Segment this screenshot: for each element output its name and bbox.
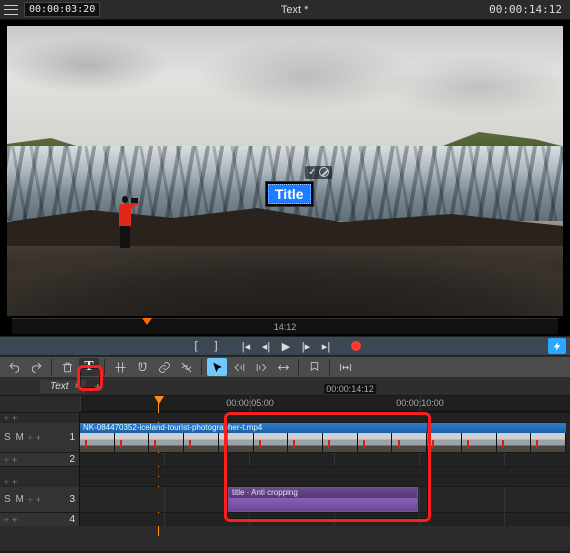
track2-header[interactable]: ÷ + 2 — [0, 453, 80, 466]
track3-header[interactable]: S M ÷ + 3 — [0, 487, 80, 512]
collapse-icon[interactable]: ÷ — [4, 455, 9, 465]
track2-lane[interactable] — [80, 453, 570, 466]
unlink-button[interactable] — [176, 358, 196, 376]
go-to-start-button[interactable]: |◂ — [236, 338, 256, 354]
timeline-playhead-icon[interactable] — [154, 396, 164, 404]
add-icon[interactable]: + — [12, 515, 17, 525]
redo-button[interactable] — [26, 358, 46, 376]
track4-header[interactable]: ÷ + 4 — [0, 513, 80, 526]
track1-lane[interactable]: NK-084470352-iceland-tourist-photographe… — [80, 423, 570, 452]
add-icon[interactable]: + — [36, 433, 41, 443]
step-forward-button[interactable]: |▸ — [296, 338, 316, 354]
marker-button[interactable] — [304, 358, 324, 376]
menu-icon[interactable] — [4, 3, 18, 17]
tab-label: Text — [50, 381, 69, 392]
title-overlay-text[interactable]: Title — [268, 184, 311, 204]
render-button[interactable] — [548, 338, 566, 354]
track1-sm-label[interactable]: S M — [4, 432, 25, 443]
project-duration: 00:00:14:12 — [489, 3, 562, 16]
tab-text[interactable]: Text × — [40, 380, 86, 393]
ripple-right-button[interactable] — [251, 358, 271, 376]
timecode-display[interactable]: 00:00:03:20 — [24, 2, 100, 17]
mark-out-button[interactable]: ] — [206, 338, 226, 354]
collapse-icon[interactable]: ÷ — [4, 515, 9, 525]
video-clip[interactable]: NK-084470352-iceland-tourist-photographe… — [80, 423, 566, 452]
timeline-panel: 00:00:05:0000:00:10:0000:00:14:12 ÷ + S … — [0, 396, 570, 551]
transport-bar: [ ] |◂ ◂| ▶ |▸ ▸| — [0, 336, 570, 356]
add-icon[interactable]: + — [12, 477, 17, 487]
title-clip[interactable]: title · Anti cropping — [228, 487, 418, 512]
add-icon[interactable]: + — [12, 455, 17, 465]
collapse-icon[interactable]: ÷ — [4, 477, 9, 487]
track3-sub-header[interactable]: ÷ + — [0, 477, 80, 487]
track1-number: 1 — [69, 432, 75, 443]
selection-tool-button[interactable] — [207, 358, 227, 376]
project-title: Text * — [106, 4, 483, 16]
preview-scrubber-label: 14:12 — [274, 322, 297, 332]
fit-width-button[interactable] — [335, 358, 355, 376]
cancel-icon[interactable] — [319, 167, 329, 177]
ripple-left-button[interactable] — [229, 358, 249, 376]
confirm-icon[interactable]: ✓ — [308, 167, 316, 178]
track3-sm-label[interactable]: S M — [4, 494, 25, 505]
preview-scrubber[interactable]: 14:12 — [12, 318, 558, 334]
spacer-header — [0, 467, 80, 477]
add-tab-button[interactable]: + — [90, 380, 105, 394]
track2-number: 2 — [69, 454, 75, 465]
snap-button[interactable] — [132, 358, 152, 376]
preview-playhead-icon[interactable] — [142, 318, 152, 325]
track4-lane[interactable] — [80, 513, 570, 526]
duration-marker-label: 00:00:14:12 — [324, 384, 376, 394]
delete-button[interactable] — [57, 358, 77, 376]
sequence-tabs: Text × + — [0, 378, 570, 396]
text-tool-button[interactable]: T — [79, 358, 99, 376]
subject-person — [115, 196, 135, 252]
title-overlay[interactable]: Title — [265, 181, 314, 207]
track1-header[interactable]: S M ÷ + 1 — [0, 423, 80, 452]
title-clip-label: title · Anti cropping — [229, 488, 417, 498]
ruler-tick-label: 00:00:10:00 — [396, 398, 444, 408]
add-icon[interactable]: + — [36, 495, 41, 505]
ruler-tick — [80, 396, 81, 411]
go-to-end-button[interactable]: ▸| — [316, 338, 336, 354]
title-overlay-controls: ✓ — [305, 166, 332, 179]
close-tab-icon[interactable]: × — [75, 381, 81, 392]
title-bar: 00:00:03:20 Text * 00:00:14:12 — [0, 0, 570, 20]
slip-tool-button[interactable] — [273, 358, 293, 376]
video-clip-label: NK-084470352-iceland-tourist-photographe… — [80, 423, 566, 433]
preview-viewport[interactable]: ✓ Title — [7, 26, 563, 316]
collapse-icon[interactable]: ÷ — [28, 433, 33, 443]
track3-number: 3 — [69, 494, 75, 505]
preview-panel: ✓ Title 14:12 — [0, 20, 570, 336]
clip-thumbnails — [80, 433, 566, 452]
record-button[interactable] — [346, 338, 366, 354]
split-button[interactable] — [110, 358, 130, 376]
track3-lane[interactable]: title · Anti cropping — [80, 487, 570, 512]
collapse-icon[interactable]: ÷ — [4, 413, 9, 423]
track1-sub-header[interactable]: ÷ + — [0, 413, 80, 423]
timeline-ruler[interactable]: 00:00:05:0000:00:10:0000:00:14:12 — [80, 396, 570, 412]
track4-number: 4 — [69, 514, 75, 525]
collapse-icon[interactable]: ÷ — [28, 495, 33, 505]
tool-bar: T — [0, 356, 570, 378]
ruler-tick-label: 00:00:05:00 — [226, 398, 274, 408]
add-icon[interactable]: + — [12, 413, 17, 423]
undo-button[interactable] — [4, 358, 24, 376]
step-back-button[interactable]: ◂| — [256, 338, 276, 354]
mark-in-button[interactable]: [ — [186, 338, 206, 354]
link-button[interactable] — [154, 358, 174, 376]
play-button[interactable]: ▶ — [276, 338, 296, 354]
